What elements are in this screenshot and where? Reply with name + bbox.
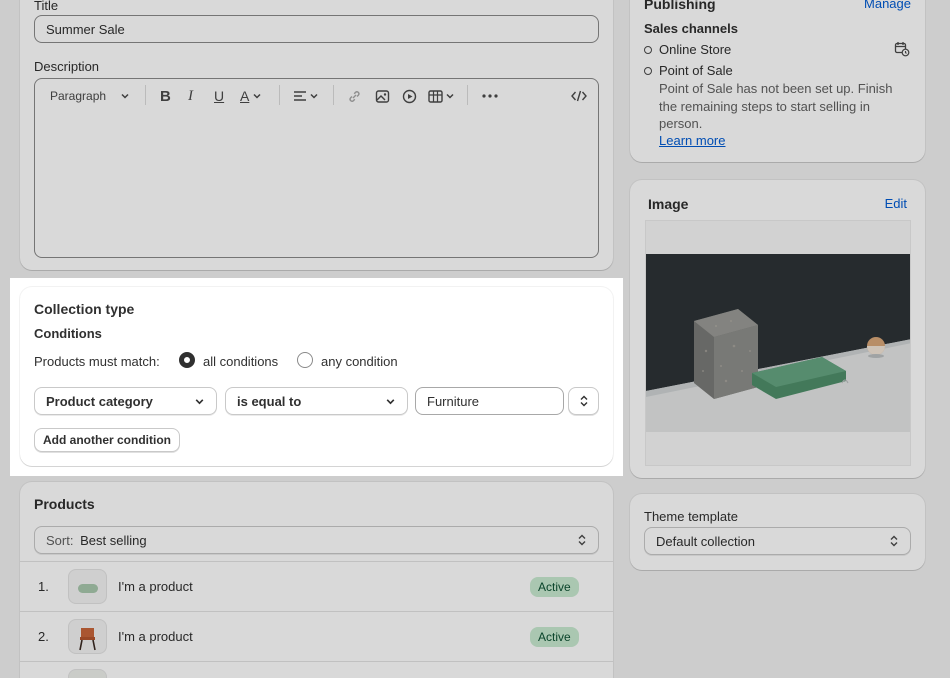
video-icon[interactable] bbox=[402, 87, 417, 105]
product-thumbnail bbox=[68, 569, 107, 604]
code-view-icon[interactable] bbox=[571, 87, 587, 105]
product-index: 2. bbox=[38, 629, 49, 644]
radio-button[interactable] bbox=[179, 352, 195, 368]
sort-value: Best selling bbox=[80, 532, 147, 548]
chevron-down-icon bbox=[386, 398, 395, 404]
toolbar-divider bbox=[467, 85, 468, 105]
product-row[interactable] bbox=[20, 662, 613, 678]
condition-operator-select[interactable]: is equal to bbox=[225, 387, 408, 415]
product-thumbnail bbox=[68, 669, 107, 678]
collection-image-photo bbox=[646, 254, 910, 432]
learn-more-link[interactable]: Learn more bbox=[659, 133, 725, 148]
toolbar-divider bbox=[145, 85, 146, 105]
title-label: Title bbox=[34, 0, 59, 13]
collection-type-heading: Collection type bbox=[34, 301, 135, 317]
products-card: Products Sort: Best selling 1. I'm a pro… bbox=[20, 482, 613, 678]
select-arrows-icon bbox=[580, 395, 587, 407]
title-description-card: Title Summer Sale Description Paragraph … bbox=[20, 0, 613, 270]
pos-label: Point of Sale bbox=[659, 63, 733, 78]
radio-button[interactable] bbox=[297, 352, 313, 368]
theme-template-label: Theme template bbox=[644, 509, 738, 524]
chevron-down-icon bbox=[253, 93, 261, 99]
editor-toolbar: Paragraph B I U A bbox=[35, 79, 598, 111]
toolbar-divider bbox=[279, 85, 280, 105]
table-icon[interactable] bbox=[428, 87, 455, 105]
product-row[interactable]: 1. I'm a product Active bbox=[20, 562, 613, 611]
product-thumbnail bbox=[68, 619, 107, 654]
paragraph-dropdown[interactable]: Paragraph bbox=[50, 87, 130, 105]
title-input[interactable]: Summer Sale bbox=[34, 15, 599, 43]
condition-value-stepper[interactable] bbox=[568, 387, 599, 415]
condition-field-select[interactable]: Product category bbox=[34, 387, 217, 415]
collection-image[interactable] bbox=[645, 220, 911, 466]
radio-all-label: all conditions bbox=[203, 354, 279, 369]
title-input-value: Summer Sale bbox=[46, 21, 125, 37]
paragraph-label: Paragraph bbox=[50, 89, 107, 103]
product-name: I'm a product bbox=[118, 629, 193, 644]
chevron-down-icon bbox=[121, 93, 129, 99]
channel-status-dot bbox=[644, 67, 652, 75]
radio-any-label: any condition bbox=[321, 354, 398, 369]
condition-operator-value: is equal to bbox=[237, 393, 302, 409]
theme-template-select[interactable]: Default collection bbox=[644, 527, 911, 555]
radio-all-conditions[interactable]: all conditions bbox=[178, 351, 288, 371]
conditions-label: Conditions bbox=[34, 326, 102, 341]
link-icon[interactable] bbox=[347, 87, 362, 105]
image-heading: Image bbox=[648, 196, 689, 212]
channel-online-store: Online Store bbox=[644, 41, 910, 59]
align-icon[interactable] bbox=[293, 87, 319, 105]
online-store-label: Online Store bbox=[659, 42, 732, 57]
products-sort-select[interactable]: Sort: Best selling bbox=[34, 526, 599, 554]
channel-status-dot bbox=[644, 46, 652, 54]
image-icon[interactable] bbox=[375, 87, 390, 105]
bold-icon[interactable]: B bbox=[160, 87, 171, 105]
italic-icon[interactable]: I bbox=[188, 87, 193, 105]
publishing-heading: Publishing bbox=[644, 0, 716, 12]
image-edit-link[interactable]: Edit bbox=[885, 196, 907, 211]
image-card: Image Edit bbox=[630, 180, 925, 478]
status-badge: Active bbox=[530, 577, 579, 597]
product-index: 1. bbox=[38, 579, 49, 594]
condition-value-text: Furniture bbox=[427, 393, 480, 409]
match-label: Products must match: bbox=[34, 354, 160, 369]
select-arrows-icon bbox=[890, 535, 898, 547]
chevron-down-icon bbox=[446, 93, 454, 99]
add-another-condition-button[interactable]: Add another condition bbox=[34, 428, 180, 452]
condition-field-value: Product category bbox=[46, 393, 153, 409]
calendar-schedule-icon[interactable] bbox=[894, 41, 910, 57]
manage-link[interactable]: Manage bbox=[864, 0, 911, 11]
sort-prefix: Sort: bbox=[46, 532, 74, 548]
collection-type-card: Collection type Conditions Products must… bbox=[20, 287, 613, 466]
radio-any-condition[interactable]: any condition bbox=[296, 351, 406, 371]
select-arrows-icon bbox=[578, 534, 586, 546]
toolbar-divider bbox=[333, 85, 334, 105]
theme-template-value: Default collection bbox=[656, 533, 755, 549]
products-heading: Products bbox=[34, 496, 95, 512]
sales-channels-label: Sales channels bbox=[644, 21, 738, 36]
underline-icon[interactable]: U bbox=[214, 87, 224, 105]
chevron-down-icon bbox=[195, 398, 204, 404]
condition-value-input[interactable]: Furniture bbox=[415, 387, 564, 415]
product-name: I'm a product bbox=[118, 579, 193, 594]
chevron-down-icon bbox=[310, 93, 318, 99]
more-options-icon[interactable] bbox=[482, 87, 498, 105]
text-color-icon[interactable]: A bbox=[240, 87, 262, 105]
description-editor[interactable]: Paragraph B I U A bbox=[34, 78, 599, 258]
product-row[interactable]: 2. I'm a product Active bbox=[20, 612, 613, 661]
theme-template-card: Theme template Default collection bbox=[630, 494, 925, 570]
description-label: Description bbox=[34, 59, 100, 74]
pos-note: Point of Sale has not been set up. Finis… bbox=[659, 81, 893, 131]
status-badge: Active bbox=[530, 627, 579, 647]
publishing-card: Publishing Manage Sales channels Online … bbox=[630, 0, 925, 162]
